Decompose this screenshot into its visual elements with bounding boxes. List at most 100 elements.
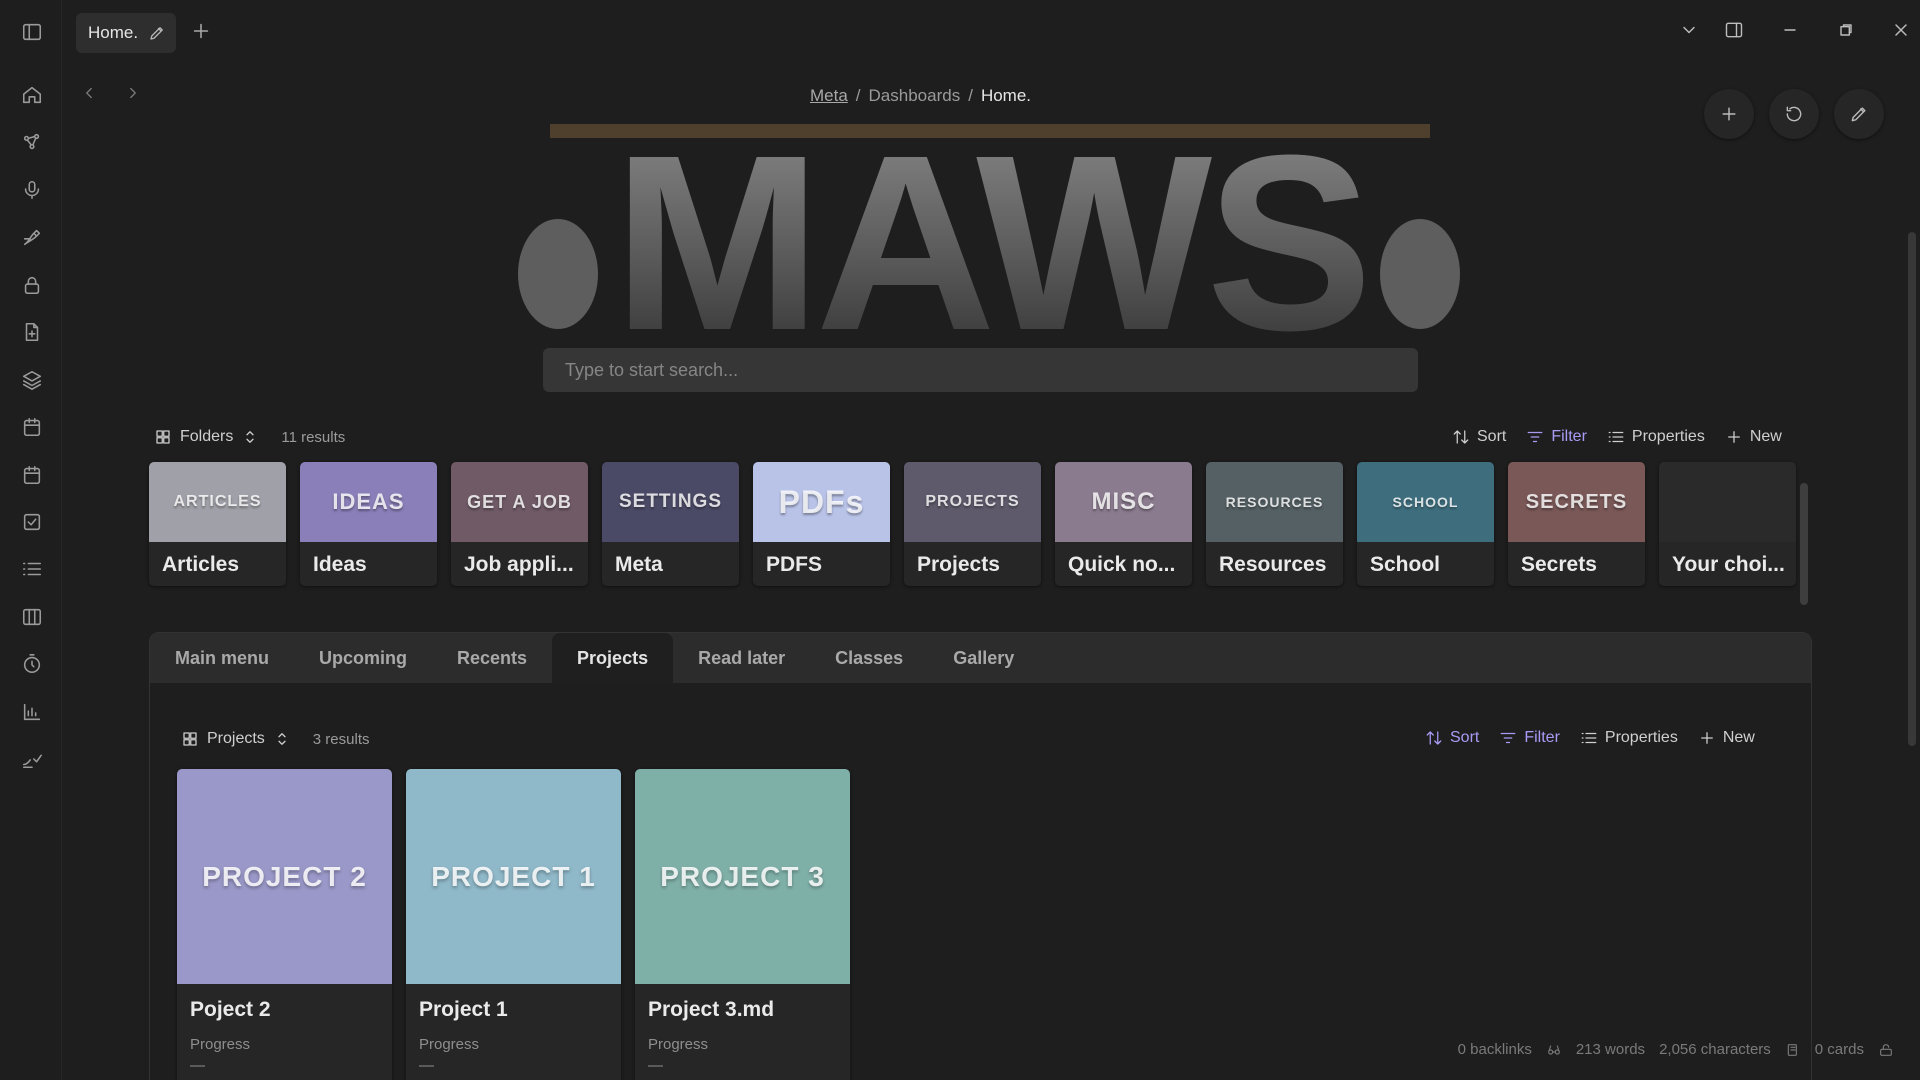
breadcrumb-dashboards[interactable]: Dashboards <box>869 86 961 106</box>
main-scrollbar[interactable] <box>1908 232 1916 746</box>
folder-name: Ideas <box>313 553 367 576</box>
breadcrumb-meta[interactable]: Meta <box>810 86 848 106</box>
folder-card[interactable]: SCHOOL School <box>1357 462 1494 586</box>
properties-label: Properties <box>1604 729 1678 746</box>
calendar-icon[interactable] <box>20 415 44 439</box>
project-card[interactable]: PROJECT 3 Project 3.md Progress — <box>635 769 850 1080</box>
filter-button[interactable]: Filter <box>1526 428 1587 446</box>
word-count: 213 words <box>1575 1041 1646 1058</box>
bar-chart-icon[interactable] <box>20 700 44 724</box>
sidebar-toggle-icon[interactable] <box>20 20 44 44</box>
properties-label: Properties <box>1631 428 1705 445</box>
folder-thumbnail: RESOURCES <box>1206 462 1343 542</box>
folder-card[interactable]: IDEAS Ideas <box>300 462 437 586</box>
tab-recents[interactable]: Recents <box>432 633 552 683</box>
project-card[interactable]: PROJECT 1 Project 1 Progress — <box>406 769 621 1080</box>
project-property-label: Progress <box>648 1036 709 1053</box>
add-button[interactable] <box>1704 89 1754 139</box>
results-count: 3 results <box>312 730 370 748</box>
folder-thumbnail: ARTICLES <box>149 462 286 542</box>
tab-gallery[interactable]: Gallery <box>928 633 1039 683</box>
backlinks-count[interactable]: 0 backlinks <box>1458 1041 1532 1058</box>
back-arrow-icon[interactable] <box>80 84 98 102</box>
tab-home[interactable]: Home. <box>76 13 176 53</box>
folder-thumbnail: PDFs <box>753 462 890 542</box>
properties-button[interactable]: Properties <box>1607 428 1705 446</box>
project-card[interactable]: PROJECT 2 Poject 2 Progress — <box>177 769 392 1080</box>
folder-card[interactable]: PDFs PDFS <box>753 462 890 586</box>
folder-card[interactable]: PROJECTS Projects <box>904 462 1041 586</box>
columns-icon[interactable] <box>20 605 44 629</box>
folder-card[interactable]: SETTINGS Meta <box>602 462 739 586</box>
sign-icon[interactable] <box>20 225 44 249</box>
sort-icon <box>1425 729 1443 747</box>
chevron-down-icon[interactable] <box>1679 20 1699 40</box>
close-icon[interactable] <box>1891 20 1911 40</box>
sort-button[interactable]: Sort <box>1425 729 1479 747</box>
lock-icon[interactable] <box>20 273 44 297</box>
folder-card[interactable]: Your choi... <box>1659 462 1796 586</box>
timer-icon[interactable] <box>20 652 44 676</box>
project-name: Project 1 <box>419 998 508 1021</box>
home-icon[interactable] <box>20 83 44 107</box>
status-bar: 0 backlinks 213 words 2,056 characters 0… <box>1458 1041 1894 1058</box>
checkbox-icon[interactable] <box>20 510 44 534</box>
edit-button[interactable] <box>1834 89 1884 139</box>
folder-card[interactable]: RESOURCES Resources <box>1206 462 1343 586</box>
folder-cards: ARTICLES Articles IDEAS Ideas GET A JOB Job… <box>149 462 1796 586</box>
list-icon[interactable] <box>20 557 44 581</box>
folders-scrollbar[interactable] <box>1800 483 1808 605</box>
sign-check-icon[interactable] <box>20 747 44 771</box>
new-button[interactable]: New <box>1725 428 1782 446</box>
tab-upcoming[interactable]: Upcoming <box>294 633 432 683</box>
folders-toolbar: Folders 11 results <box>154 422 345 452</box>
search-input[interactable] <box>543 348 1418 392</box>
sort-button[interactable]: Sort <box>1452 428 1506 446</box>
folder-thumbnail: MISC <box>1055 462 1192 542</box>
folder-name: School <box>1370 553 1441 576</box>
folder-card[interactable]: ARTICLES Articles <box>149 462 286 586</box>
restore-icon[interactable] <box>1836 20 1856 40</box>
calendar-icon[interactable] <box>20 463 44 487</box>
projects-view-selector[interactable]: Projects <box>181 730 291 748</box>
forward-arrow-icon[interactable] <box>124 84 142 102</box>
breadcrumb: Meta / Dashboards / Home. <box>810 86 1031 106</box>
left-ribbon <box>0 0 62 1080</box>
minimize-icon[interactable] <box>1780 20 1800 40</box>
breadcrumb-separator: / <box>968 86 973 105</box>
tab-classes[interactable]: Classes <box>810 633 928 683</box>
filter-button[interactable]: Filter <box>1499 729 1560 747</box>
folder-thumbnail: IDEAS <box>300 462 437 542</box>
tab-main-menu[interactable]: Main menu <box>150 633 294 683</box>
sort-label: Sort <box>1477 428 1507 445</box>
tab-title: Home. <box>88 23 139 42</box>
results-count: 11 results <box>281 428 346 446</box>
sort-label: Sort <box>1450 729 1480 746</box>
new-tab-button[interactable] <box>190 20 212 42</box>
properties-button[interactable]: Properties <box>1580 729 1678 747</box>
file-plus-icon[interactable] <box>20 320 44 344</box>
folder-name: Quick no... <box>1068 553 1176 576</box>
filter-label: Filter <box>1551 428 1587 445</box>
layers-icon[interactable] <box>20 368 44 392</box>
tab-projects[interactable]: Projects <box>552 633 674 683</box>
folder-name: Job appli... <box>464 553 574 576</box>
projects-tools: Sort Filter Properties New <box>1425 729 1755 747</box>
sync-icon[interactable] <box>1878 1042 1894 1058</box>
cards-count: 0 cards <box>1814 1041 1864 1058</box>
folder-card[interactable]: SECRETS Secrets <box>1508 462 1645 586</box>
right-sidebar-toggle-icon[interactable] <box>1724 20 1744 40</box>
refresh-button[interactable] <box>1769 89 1819 139</box>
project-thumbnail: PROJECT 3 <box>635 769 850 984</box>
folders-view-selector[interactable]: Folders <box>154 428 259 446</box>
microphone-icon[interactable] <box>20 178 44 202</box>
tab-read-later[interactable]: Read later <box>673 633 810 683</box>
folder-card[interactable]: MISC Quick no... <box>1055 462 1192 586</box>
maws-banner: MAWS <box>510 124 1470 354</box>
sort-icon <box>1452 428 1470 446</box>
graph-icon[interactable] <box>20 130 44 154</box>
folder-card[interactable]: GET A JOB Job appli... <box>451 462 588 586</box>
project-name: Poject 2 <box>190 998 271 1021</box>
chevron-updown-icon <box>241 428 259 446</box>
new-button[interactable]: New <box>1698 729 1755 747</box>
